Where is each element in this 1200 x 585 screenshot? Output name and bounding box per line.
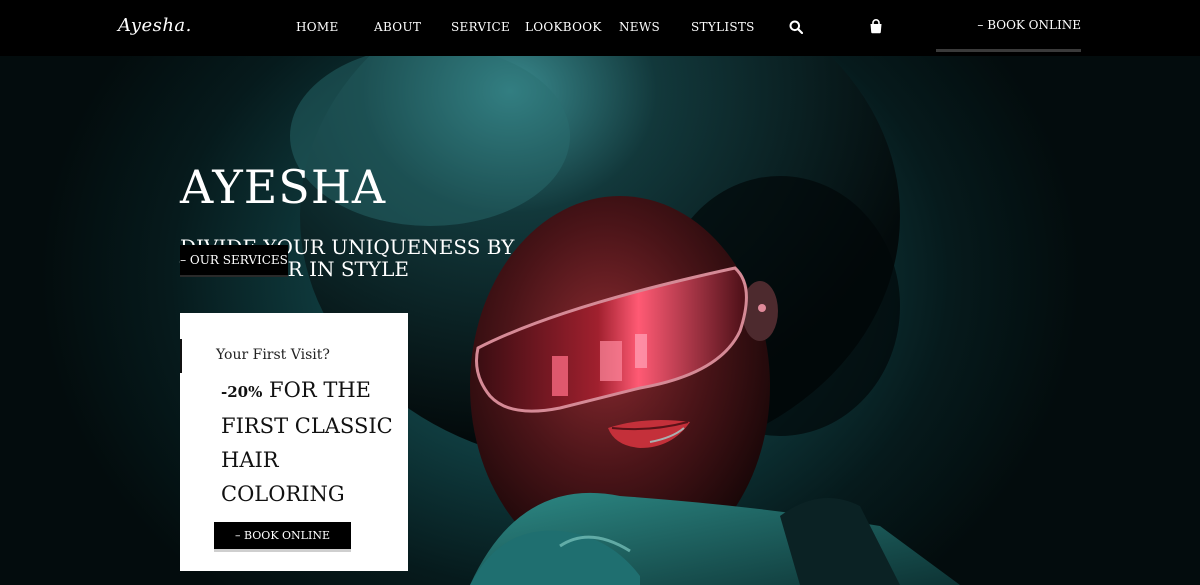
book-online-nav-button[interactable]: – BOOK ONLINE [936, 0, 1081, 52]
nav-lookbook[interactable]: LOOKBOOK [525, 20, 602, 34]
nav-news[interactable]: NEWS [619, 20, 660, 34]
search-icon[interactable] [789, 20, 803, 34]
promo-offer: -20% FOR THE FIRST CLASSIC HAIR COLORING [221, 373, 401, 511]
top-navbar: Ayesha. HOME ABOUT SERVICE LOOKBOOK NEWS… [0, 0, 1200, 56]
hero-title: AYESHA [180, 160, 387, 214]
nav-service[interactable]: SERVICE [451, 20, 510, 34]
promo-question: Your First Visit? [216, 347, 330, 363]
promo-accent-bar [180, 339, 182, 373]
brand-logo[interactable]: Ayesha. [118, 15, 192, 36]
book-online-nav-label: – BOOK ONLINE [977, 18, 1081, 32]
nav-home[interactable]: HOME [296, 20, 339, 34]
shopping-bag-icon[interactable] [869, 19, 883, 34]
nav-stylists[interactable]: STYLISTS [691, 20, 755, 34]
promo-discount: -20% [221, 383, 263, 401]
first-visit-promo-card: Your First Visit? -20% FOR THE FIRST CLA… [180, 313, 408, 571]
our-services-button[interactable]: – OUR SERVICES [180, 245, 288, 277]
book-online-button[interactable]: – BOOK ONLINE [214, 522, 351, 549]
nav-about[interactable]: ABOUT [374, 20, 421, 34]
